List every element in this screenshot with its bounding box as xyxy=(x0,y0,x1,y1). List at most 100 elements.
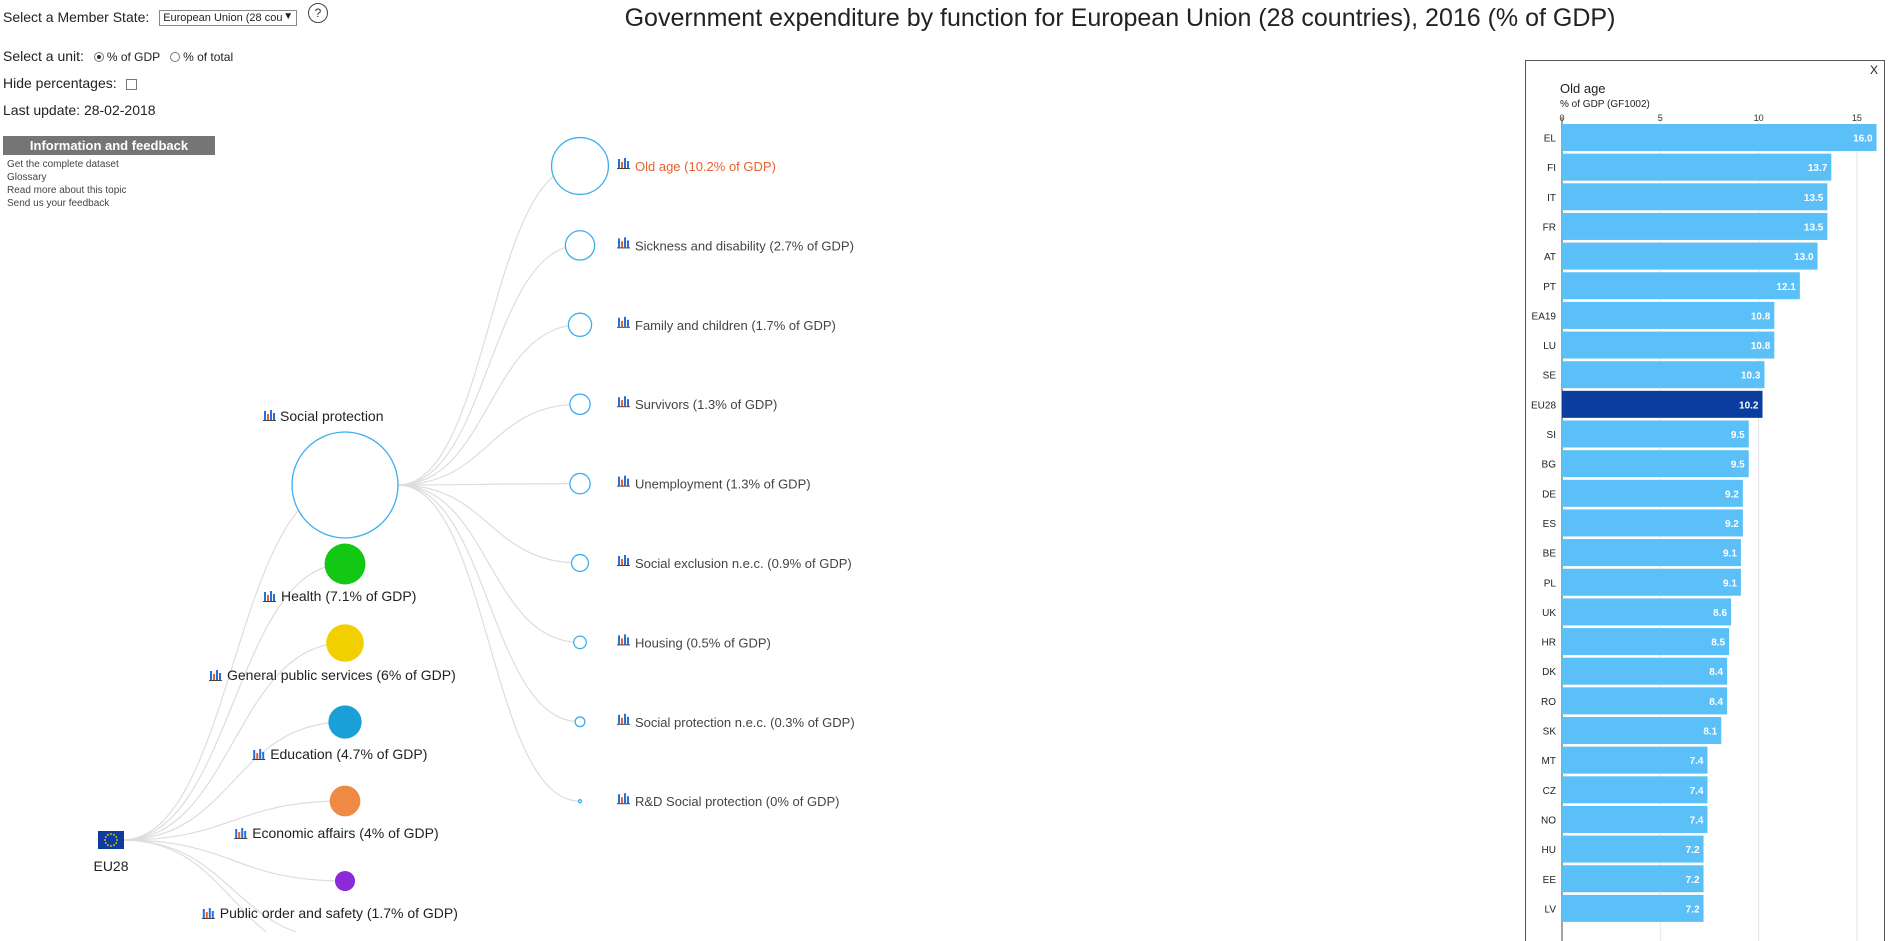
tree-link xyxy=(397,165,581,486)
chart-icon[interactable] xyxy=(617,475,630,487)
category-label: DK xyxy=(1542,667,1556,678)
bar[interactable] xyxy=(1562,717,1722,744)
sub-function-label[interactable]: Social protection n.e.c. (0.3% of GDP) xyxy=(635,715,855,730)
bar[interactable] xyxy=(1562,865,1704,893)
chart-icon[interactable] xyxy=(617,237,630,249)
value-label: 8.5 xyxy=(1711,638,1725,649)
bar[interactable] xyxy=(1562,509,1743,537)
bar[interactable] xyxy=(1562,835,1704,863)
function-node[interactable] xyxy=(326,624,364,662)
bar[interactable] xyxy=(1562,420,1749,448)
bar[interactable] xyxy=(1562,153,1832,181)
bar[interactable] xyxy=(1562,361,1765,389)
function-node[interactable] xyxy=(328,705,362,739)
sub-function-label[interactable]: Old age (10.2% of GDP) xyxy=(635,159,776,174)
bar[interactable] xyxy=(1562,657,1728,685)
sub-function-label[interactable]: R&D Social protection (0% of GDP) xyxy=(635,794,839,809)
x-tick-label: 10 xyxy=(1754,113,1764,123)
function-node[interactable] xyxy=(334,870,356,892)
sub-function-label[interactable]: Family and children (1.7% of GDP) xyxy=(635,318,836,333)
chart-icon[interactable] xyxy=(617,158,630,169)
category-label: FR xyxy=(1543,222,1556,233)
value-label: 7.4 xyxy=(1690,815,1704,826)
chart-icon[interactable] xyxy=(234,828,248,839)
category-label: LU xyxy=(1543,341,1556,352)
tree-link xyxy=(397,483,581,486)
bar[interactable] xyxy=(1562,390,1763,418)
social-protection-label[interactable]: Social protection xyxy=(280,408,384,424)
function-node[interactable] xyxy=(324,543,366,585)
category-label: CZ xyxy=(1543,786,1556,797)
sub-function-node[interactable] xyxy=(567,312,593,338)
chart-icon[interactable] xyxy=(201,908,215,919)
sub-function-node[interactable] xyxy=(570,553,590,573)
chart-icon[interactable] xyxy=(617,316,630,328)
chart-icon[interactable] xyxy=(617,793,630,805)
bar[interactable] xyxy=(1562,301,1775,329)
category-label: LV xyxy=(1545,904,1557,915)
sub-function-node[interactable] xyxy=(569,393,591,415)
chart-icon[interactable] xyxy=(209,670,222,681)
value-label: 10.8 xyxy=(1751,341,1771,352)
tree-link xyxy=(397,484,581,723)
value-label: 7.2 xyxy=(1686,845,1700,856)
function-node[interactable] xyxy=(329,785,361,817)
sub-function-label[interactable]: Survivors (1.3% of GDP) xyxy=(635,397,777,412)
sub-function-node[interactable] xyxy=(573,635,587,650)
comparison-panel: X Old age % of GDP (GF1002) 051015EL16.0… xyxy=(1525,60,1885,941)
sub-function-node[interactable] xyxy=(550,136,610,196)
sub-function-node[interactable] xyxy=(574,716,586,728)
bar[interactable] xyxy=(1562,568,1741,596)
value-label: 8.4 xyxy=(1709,667,1723,678)
sub-function-label[interactable]: Social exclusion n.e.c. (0.9% of GDP) xyxy=(635,556,852,571)
bar[interactable] xyxy=(1562,598,1732,626)
chart-icon[interactable] xyxy=(263,410,276,421)
bar[interactable] xyxy=(1562,479,1743,507)
sub-function-node[interactable] xyxy=(569,472,591,495)
bar[interactable] xyxy=(1562,776,1708,804)
category-label: PL xyxy=(1544,578,1557,589)
eu-flag-icon[interactable] xyxy=(98,831,124,849)
social-protection-node[interactable] xyxy=(291,431,399,539)
sub-function-label[interactable]: Sickness and disability (2.7% of GDP) xyxy=(635,238,854,253)
chart-icon[interactable] xyxy=(617,396,630,408)
bar[interactable] xyxy=(1562,805,1708,833)
bar[interactable] xyxy=(1562,894,1704,922)
function-label[interactable]: Health (7.1% of GDP) xyxy=(281,588,416,604)
category-label: NO xyxy=(1541,815,1556,826)
category-label: SK xyxy=(1543,727,1557,738)
country-bar-chart: 051015EL16.0FI13.7IT13.5FR13.5AT13.0PT12… xyxy=(1531,113,1877,941)
bar[interactable] xyxy=(1562,628,1730,656)
value-label: 8.6 xyxy=(1713,608,1727,619)
chart-icon[interactable] xyxy=(617,634,630,646)
chart-icon[interactable] xyxy=(263,591,276,602)
sub-function-label[interactable]: Unemployment (1.3% of GDP) xyxy=(635,477,811,492)
bar[interactable] xyxy=(1562,539,1741,567)
chart-icon[interactable] xyxy=(252,749,266,760)
root-label: EU28 xyxy=(93,858,128,874)
value-label: 16.0 xyxy=(1853,134,1873,145)
value-label: 9.5 xyxy=(1731,460,1745,471)
bar[interactable] xyxy=(1562,331,1775,359)
function-label[interactable]: General public services (6% of GDP) xyxy=(227,667,456,683)
sub-function-node[interactable] xyxy=(577,799,583,804)
bar[interactable] xyxy=(1562,124,1877,151)
bar[interactable] xyxy=(1562,746,1708,774)
value-label: 7.2 xyxy=(1686,904,1700,915)
category-label: EA19 xyxy=(1532,311,1557,322)
bar[interactable] xyxy=(1562,183,1828,211)
function-label[interactable]: Education (4.7% of GDP) xyxy=(270,746,427,762)
chart-icon[interactable] xyxy=(617,555,630,566)
bar[interactable] xyxy=(1562,687,1728,715)
chart-icon[interactable] xyxy=(617,713,630,725)
category-label: HU xyxy=(1542,845,1556,856)
function-label[interactable]: Economic affairs (4% of GDP) xyxy=(252,825,438,841)
bar[interactable] xyxy=(1562,212,1828,240)
function-label[interactable]: Public order and safety (1.7% of GDP) xyxy=(220,905,458,921)
category-label: BE xyxy=(1543,549,1557,560)
bar[interactable] xyxy=(1562,272,1800,300)
bar[interactable] xyxy=(1562,242,1818,270)
bar[interactable] xyxy=(1562,450,1749,478)
sub-function-node[interactable] xyxy=(564,230,596,261)
sub-function-label[interactable]: Housing (0.5% of GDP) xyxy=(635,635,771,650)
